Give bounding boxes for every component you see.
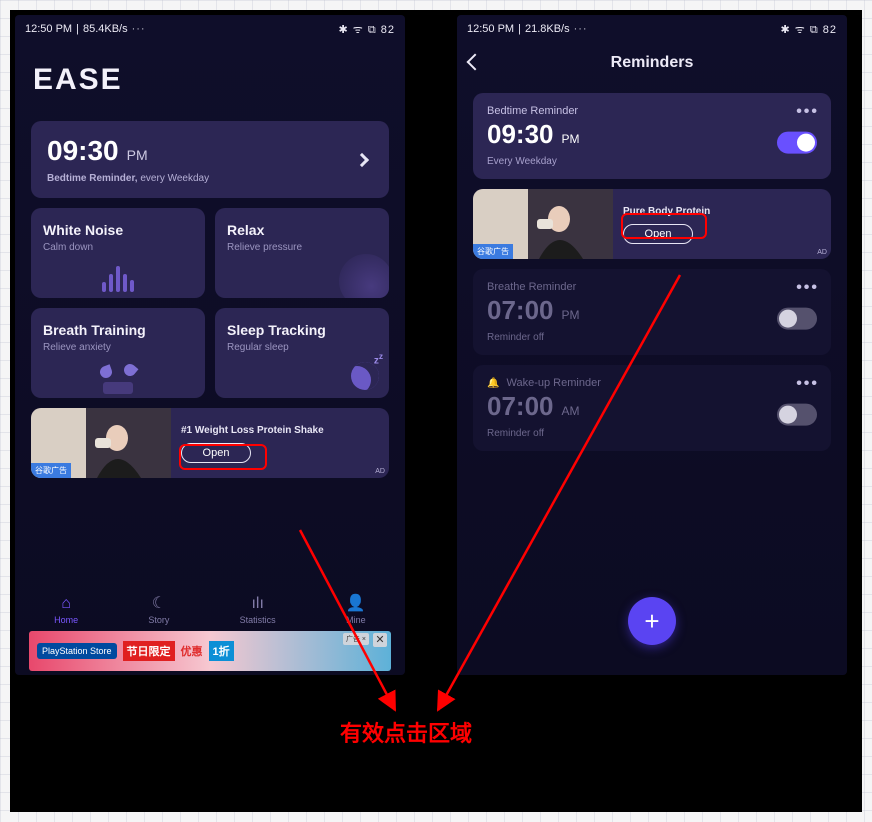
ad-provider-tag: 谷歌广告 — [31, 463, 71, 478]
status-extra: ··· — [574, 23, 588, 35]
reminder-ampm: AM — [562, 404, 580, 418]
reminder-sub: Every Weekday — [487, 156, 817, 167]
add-reminder-fab[interactable]: + — [628, 597, 676, 645]
feature-title: Relax — [227, 222, 377, 238]
bedtime-time: 09:30 — [47, 135, 119, 167]
ad-open-button[interactable]: Open — [623, 224, 693, 244]
bedtime-sub-prefix: Bedtime Reminder, — [47, 173, 138, 184]
nav-statistics[interactable]: ılı Statistics — [240, 596, 276, 625]
reminder-card-breathe[interactable]: ••• Breathe Reminder 07:00 PM Reminder o… — [473, 269, 831, 355]
banner-ad-tag: 广告 × — [343, 633, 369, 645]
phone-right: 12:50 PM | 21.8KB/s ··· ✱ ᯤ ⧉ 82 Reminde… — [457, 15, 847, 675]
ad-image: 谷歌广告 — [31, 408, 171, 478]
bottom-nav: ⌂ Home ☾ Story ılı Statistics 👤 Mine — [15, 590, 405, 627]
reminder-title: Wake-up Reminder — [507, 377, 601, 389]
reminder-ampm: PM — [562, 132, 580, 146]
reminder-ampm: PM — [562, 308, 580, 322]
reminder-sub: Reminder off — [487, 332, 817, 343]
ps-store-badge: PlayStation Store — [37, 643, 117, 659]
reminder-sub: Reminder off — [487, 428, 817, 439]
nav-label: Home — [54, 615, 78, 625]
status-extra: ··· — [132, 23, 146, 35]
status-sep: | — [518, 23, 521, 35]
status-bar: 12:50 PM | 85.4KB/s ··· ✱ ᯤ ⧉ 82 — [15, 15, 405, 43]
ad-open-button[interactable]: Open — [181, 443, 251, 463]
feature-title: Breath Training — [43, 322, 193, 338]
reminder-card-wakeup[interactable]: ••• 🔔 Wake-up Reminder 07:00 AM Reminder… — [473, 365, 831, 451]
bedtime-reminder-card[interactable]: 09:30 PM Bedtime Reminder, every Weekday — [31, 121, 389, 198]
feature-title: Sleep Tracking — [227, 322, 377, 338]
zz-icon: zz — [374, 351, 383, 366]
status-net: 21.8KB/s — [525, 23, 570, 35]
cup-icon — [339, 254, 389, 298]
reminder-time: 07:00 — [487, 391, 554, 422]
ad-badge: AD — [375, 468, 385, 475]
reminder-title: Breathe Reminder — [487, 281, 817, 293]
feature-relax[interactable]: Relax Relieve pressure — [215, 208, 389, 298]
reminder-title: Bedtime Reminder — [487, 105, 817, 117]
status-net: 85.4KB/s — [83, 23, 128, 35]
person-icon: 👤 — [346, 596, 366, 612]
reminder-time: 07:00 — [487, 295, 554, 326]
page-title: Reminders — [611, 54, 694, 72]
bottom-banner-ad[interactable]: PlayStation Store 节日限定 优惠 1折 广告 × ✕ — [29, 631, 391, 671]
feature-hint: Calm down — [43, 242, 193, 253]
feature-title: White Noise — [43, 222, 193, 238]
nav-label: Statistics — [240, 615, 276, 625]
app-title: EASE — [15, 43, 405, 111]
reminder-time: 09:30 — [487, 119, 554, 150]
bedtime-sub-suffix: every Weekday — [140, 173, 209, 184]
plant-icon — [98, 364, 138, 394]
banner-close-icon[interactable]: ✕ — [373, 633, 387, 647]
status-sep: | — [76, 23, 79, 35]
stats-icon: ılı — [251, 596, 263, 612]
reminder-card-bedtime[interactable]: ••• Bedtime Reminder 09:30 PM Every Week… — [473, 93, 831, 179]
nav-mine[interactable]: 👤 Mine — [346, 596, 366, 625]
reminder-toggle-off[interactable] — [777, 404, 817, 426]
more-dots-icon[interactable]: ••• — [796, 103, 819, 121]
phone-left: 12:50 PM | 85.4KB/s ··· ✱ ᯤ ⧉ 82 EASE 09… — [15, 15, 405, 675]
banner-promo-1: 节日限定 — [123, 641, 175, 661]
status-time: 12:50 PM — [25, 23, 72, 35]
equalizer-icon — [102, 266, 134, 292]
status-icons: ✱ ᯤ ⧉ 82 — [338, 22, 395, 37]
annotation-caption: 有效点击区域 — [340, 716, 472, 748]
status-bar: 12:50 PM | 21.8KB/s ··· ✱ ᯤ ⧉ 82 — [457, 15, 847, 43]
feature-sleep-tracking[interactable]: Sleep Tracking Regular sleep zz — [215, 308, 389, 398]
ad-image: 谷歌广告 — [473, 189, 613, 259]
nav-home[interactable]: ⌂ Home — [54, 596, 78, 625]
ad-card-right[interactable]: 谷歌广告 Pure Body Protein Open AD — [473, 189, 831, 259]
more-dots-icon[interactable]: ••• — [796, 279, 819, 297]
feature-white-noise[interactable]: White Noise Calm down — [31, 208, 205, 298]
back-arrow-icon[interactable] — [469, 56, 483, 70]
banner-promo-3: 1折 — [209, 641, 234, 661]
status-time: 12:50 PM — [467, 23, 514, 35]
feature-grid: White Noise Calm down Relax Relieve pres… — [31, 208, 389, 398]
nav-story[interactable]: ☾ Story — [148, 596, 169, 625]
status-icons: ✱ ᯤ ⧉ 82 — [780, 22, 837, 37]
feature-hint: Regular sleep — [227, 342, 377, 353]
banner-promo-2: 优惠 — [181, 643, 203, 659]
moon-icon: ☾ — [152, 596, 166, 612]
feature-hint: Relieve anxiety — [43, 342, 193, 353]
feature-breath-training[interactable]: Breath Training Relieve anxiety — [31, 308, 205, 398]
ad-title: #1 Weight Loss Protein Shake — [181, 425, 379, 437]
bedtime-ampm: PM — [127, 147, 148, 163]
home-icon: ⌂ — [61, 596, 71, 612]
more-dots-icon[interactable]: ••• — [796, 375, 819, 393]
bell-icon: 🔔 — [487, 378, 499, 389]
moon-icon — [351, 362, 379, 390]
ad-title: Pure Body Protein — [623, 206, 821, 218]
nav-label: Story — [148, 615, 169, 625]
nav-label: Mine — [346, 615, 366, 625]
ad-badge: AD — [817, 249, 827, 256]
black-outer-frame: 12:50 PM | 85.4KB/s ··· ✱ ᯤ ⧉ 82 EASE 09… — [10, 10, 862, 812]
page-header: Reminders — [457, 43, 847, 83]
feature-hint: Relieve pressure — [227, 242, 377, 253]
ad-provider-tag: 谷歌广告 — [473, 244, 513, 259]
chevron-right-icon — [355, 152, 369, 166]
reminder-toggle-on[interactable] — [777, 132, 817, 154]
ad-card-left[interactable]: 谷歌广告 #1 Weight Loss Protein Shake Open A… — [31, 408, 389, 478]
reminder-toggle-off[interactable] — [777, 308, 817, 330]
